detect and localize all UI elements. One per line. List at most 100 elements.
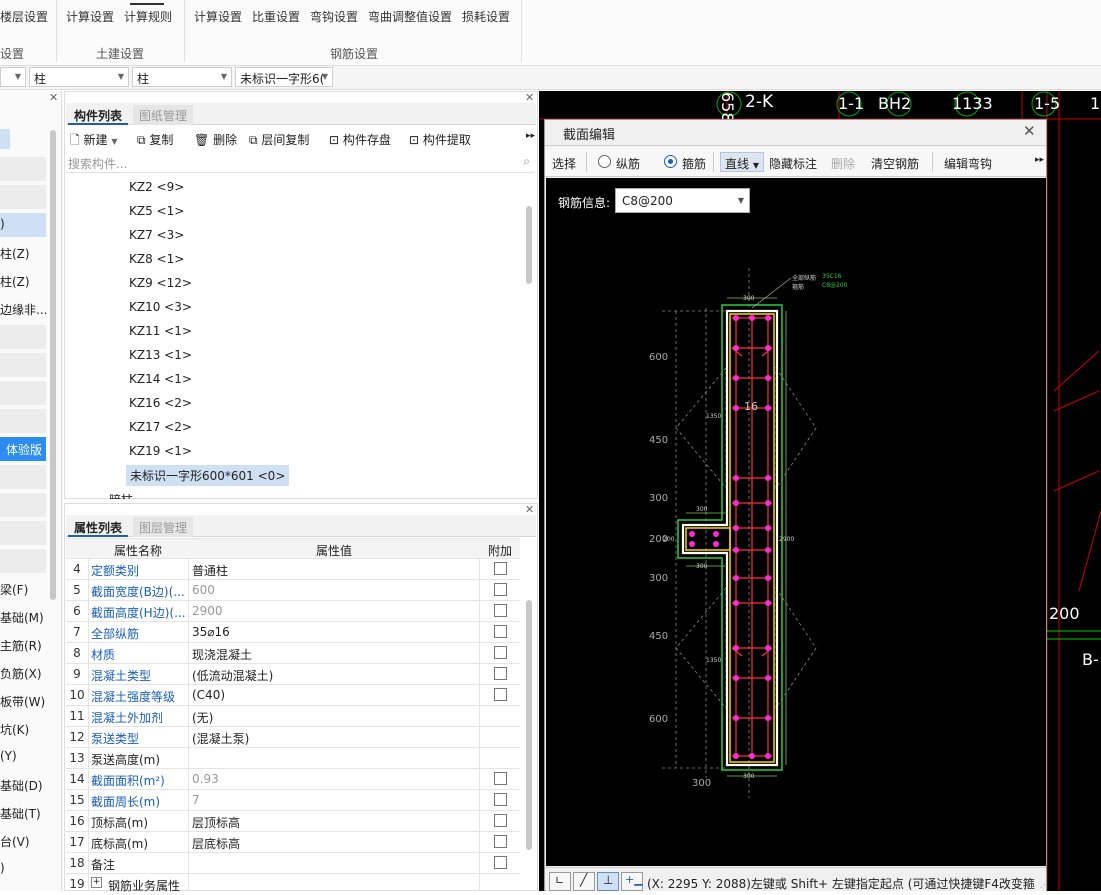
component-list-item[interactable]: KZ9 <12> (129, 276, 192, 290)
component-list-item[interactable]: KZ10 <3> (129, 300, 192, 314)
left-strip-item[interactable] (0, 381, 46, 405)
ribbon-calc-settings[interactable]: 计算设置 (66, 8, 114, 25)
property-row[interactable]: 8 材质 现浇混凝土 (66, 643, 520, 664)
component-list-item[interactable]: KZ5 <1> (129, 204, 184, 218)
stirrup-radio[interactable] (664, 155, 677, 168)
ribbon-floor-settings[interactable]: 楼层设置 (0, 8, 48, 25)
property-checkbox[interactable] (494, 562, 507, 575)
left-strip-item[interactable] (0, 549, 46, 573)
property-row[interactable]: 14 截面面积(m²) 0.93 (66, 769, 520, 790)
close-icon[interactable]: ✕ (1023, 122, 1036, 140)
component-list-item[interactable]: KZ8 <1> (129, 252, 184, 266)
combo-arrow-only[interactable]: ▼ (0, 67, 26, 87)
property-row[interactable]: 10 混凝土强度等级 (C40) (66, 685, 520, 706)
property-scrollbar[interactable] (526, 600, 532, 850)
left-strip-item[interactable] (0, 353, 46, 377)
tab-drawing-manager[interactable]: 图纸管理 (133, 105, 194, 125)
property-row[interactable]: 17 底标高(m) 层底标高 (66, 832, 520, 853)
left-strip-item[interactable] (0, 157, 46, 181)
property-checkbox[interactable] (494, 646, 507, 659)
property-value[interactable]: 层底标高 (192, 835, 240, 852)
left-strip-item[interactable] (0, 521, 46, 545)
delete-rebar-button[interactable]: 删除 (831, 155, 855, 172)
component-list-item[interactable]: KZ14 <1> (129, 372, 192, 386)
toolbar-more-icon[interactable]: ▸▸ (1035, 155, 1044, 165)
component-list-item[interactable]: KZ16 <2> (129, 396, 192, 410)
left-strip-item[interactable]: 基础(D) (0, 773, 46, 797)
component-type-select[interactable]: 柱 ▼ (29, 67, 129, 87)
left-strip-item[interactable]: 基础(M) (0, 605, 46, 629)
property-checkbox[interactable] (494, 772, 507, 785)
left-strip-item[interactable]: 基础(T) (0, 801, 46, 825)
tab-property-list[interactable]: 属性列表 (68, 517, 129, 537)
property-row[interactable]: 9 混凝土类型 (低流动混凝土) (66, 664, 520, 685)
property-value[interactable]: (混凝土泵) (192, 730, 249, 747)
tab-component-list[interactable]: 构件列表 (68, 105, 129, 125)
property-value[interactable]: 7 (192, 793, 200, 807)
left-strip-item[interactable] (0, 409, 46, 433)
left-strip-item[interactable] (0, 493, 46, 517)
property-checkbox[interactable] (494, 856, 507, 869)
property-checkbox[interactable] (494, 604, 507, 617)
left-strip-close-icon[interactable]: ✕ (49, 91, 58, 104)
property-value[interactable]: (C40) (192, 688, 225, 702)
property-row[interactable]: 6 截面高度(H边)(... 2900 (66, 601, 520, 622)
property-value[interactable]: 普通柱 (192, 562, 228, 579)
component-extract-button[interactable]: ⊡ 构件提取 (409, 131, 471, 148)
property-row[interactable]: 15 截面周长(m) 7 (66, 790, 520, 811)
copy-button[interactable]: ⧉ 复制 (137, 131, 173, 148)
left-strip-item[interactable]: ) (0, 857, 46, 881)
property-checkbox[interactable] (494, 814, 507, 827)
component-list-group[interactable]: 暗柱 (109, 491, 133, 499)
property-checkbox[interactable] (494, 667, 507, 680)
left-strip-item[interactable]: 台(V) (0, 829, 46, 853)
ribbon-loss-settings[interactable]: 损耗设置 (462, 8, 510, 25)
property-value[interactable]: 层顶标高 (192, 814, 240, 831)
property-value[interactable]: (无) (192, 709, 213, 726)
component-list-item[interactable]: KZ11 <1> (129, 324, 192, 338)
property-row[interactable]: 4 定额类别 普通柱 (66, 559, 520, 580)
left-strip-item[interactable]: 柱(Z) (0, 241, 46, 265)
property-row[interactable]: 5 截面宽度(B边)(... 600 (66, 580, 520, 601)
left-strip-item[interactable]: 柱(Z) (0, 269, 46, 293)
delete-button[interactable]: 🗑 删除 (194, 131, 237, 148)
ribbon-bend-adjust-settings[interactable]: 弯曲调整值设置 (368, 8, 452, 25)
left-strip-item[interactable]: 主筋(R) (0, 633, 46, 657)
property-value[interactable]: 0.93 (192, 772, 219, 786)
property-row[interactable]: 19 + 钢筋业务属性 (66, 874, 520, 895)
component-save-button[interactable]: ⊡ 构件存盘 (329, 131, 391, 148)
line-mode-dropdown[interactable]: 直线 ▼ (720, 152, 764, 172)
component-search-box[interactable]: 搜索构件... ⌕ (66, 153, 534, 173)
edit-hook-button[interactable]: 编辑弯钩 (944, 155, 992, 172)
toolbar-more-icon[interactable]: ▸▸ (526, 131, 535, 141)
component-list-item[interactable]: KZ17 <2> (129, 420, 192, 434)
component-list-item[interactable]: KZ7 <3> (129, 228, 184, 242)
new-component-button[interactable]: 🗋 新建 ▼ (70, 131, 117, 152)
property-row[interactable]: 11 混凝土外加剂 (无) (66, 706, 520, 727)
component-list-item-selected[interactable]: 未标识一字形600*601 <0> (126, 465, 290, 486)
property-checkbox[interactable] (494, 625, 507, 638)
component-list-item[interactable]: KZ2 <9> (129, 180, 184, 194)
property-checkbox[interactable] (494, 583, 507, 596)
property-row[interactable]: 12 泵送类型 (混凝土泵) (66, 727, 520, 748)
left-strip-item[interactable] (0, 185, 46, 209)
left-strip-item[interactable]: 坑(K) (0, 717, 46, 741)
interfloor-copy-button[interactable]: ⧉ 层间复制 (249, 131, 309, 148)
component-list-scrollbar[interactable] (526, 206, 532, 284)
property-value[interactable]: 现浇混凝土 (192, 646, 252, 663)
property-checkbox[interactable] (494, 835, 507, 848)
snap-tool-icon[interactable]: +▁ (621, 872, 643, 891)
clear-rebar-button[interactable]: 清空钢筋 (871, 155, 919, 172)
property-checkbox[interactable] (494, 793, 507, 806)
property-value[interactable]: (低流动混凝土) (192, 667, 273, 684)
line-tool-icon[interactable]: ╱ (573, 872, 595, 891)
perpendicular-tool-icon[interactable]: ⊥ (597, 872, 619, 891)
component-subtype-select[interactable]: 柱 ▼ (132, 67, 232, 87)
component-list-item[interactable]: KZ19 <1> (129, 444, 192, 458)
ribbon-calc-rules[interactable]: 计算规则 (124, 8, 172, 25)
property-value[interactable]: 2900 (192, 604, 223, 618)
left-strip-item[interactable]: 边缘非... (0, 297, 46, 321)
property-row[interactable]: 16 顶标高(m) 层顶标高 (66, 811, 520, 832)
property-row[interactable]: 18 备注 (66, 853, 520, 874)
property-value[interactable]: 600 (192, 583, 215, 597)
